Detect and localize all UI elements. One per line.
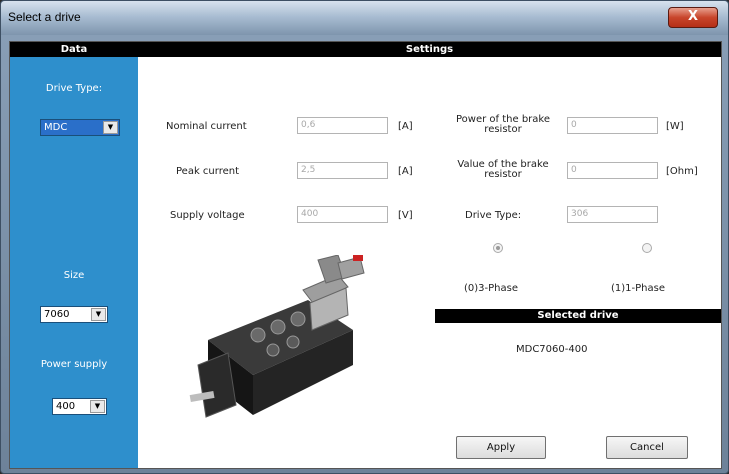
apply-button[interactable]: Apply — [456, 436, 546, 459]
one-phase-radio[interactable] — [642, 243, 652, 253]
power-supply-select-value: 400 — [56, 401, 76, 412]
cancel-button[interactable]: Cancel — [606, 436, 688, 459]
brake-power-unit: [W] — [666, 121, 684, 132]
select-drive-window: Select a drive X Data Settings Drive Typ… — [0, 0, 729, 474]
drive-type-label: Drive Type: — [45, 83, 103, 94]
three-phase-radio[interactable] — [493, 243, 503, 253]
brake-power-label: Power of the brake resistor — [456, 114, 550, 135]
chevron-down-icon[interactable]: ▼ — [103, 121, 118, 134]
peak-current-label: Peak current — [176, 166, 239, 177]
peak-current-field[interactable]: 2,5 — [297, 162, 388, 179]
size-label: Size — [63, 270, 85, 281]
drive-type-settings-label: Drive Type: — [465, 210, 522, 221]
chevron-down-icon[interactable]: ▼ — [91, 308, 106, 321]
settings-header: Settings — [138, 42, 721, 57]
nominal-current-field[interactable]: 0,6 — [297, 117, 388, 134]
nominal-current-label: Nominal current — [166, 121, 247, 132]
selected-drive-header: Selected drive — [435, 309, 721, 323]
chevron-down-icon[interactable]: ▼ — [90, 400, 105, 413]
brake-value-field[interactable]: 0 — [567, 162, 658, 179]
three-phase-label: (0)3-Phase — [464, 283, 518, 294]
close-button[interactable]: X — [668, 7, 718, 28]
title-bar: Select a drive X — [1, 1, 728, 35]
brake-value-label: Value of the brake resistor — [457, 159, 549, 180]
power-supply-select[interactable]: 400 ▼ — [52, 398, 107, 415]
supply-voltage-unit: [V] — [398, 210, 413, 221]
brake-value-unit: [Ohm] — [666, 166, 698, 177]
selected-drive-value: MDC7060-400 — [516, 344, 588, 355]
servo-motor-image — [189, 255, 365, 418]
data-header: Data — [10, 42, 138, 57]
data-sidebar: Drive Type: MDC ▼ Size 7060 ▼ Power supp… — [10, 57, 138, 468]
supply-voltage-label: Supply voltage — [170, 210, 245, 221]
dialog-body: Data Settings Drive Type: MDC ▼ Size 706… — [9, 41, 722, 469]
peak-current-unit: [A] — [398, 166, 413, 177]
drive-type-select-value: MDC — [44, 122, 68, 133]
nominal-current-unit: [A] — [398, 121, 413, 132]
size-select-value: 7060 — [44, 309, 70, 320]
supply-voltage-field[interactable]: 400 — [297, 206, 388, 223]
size-select[interactable]: 7060 ▼ — [40, 306, 108, 323]
power-supply-label: Power supply — [40, 359, 108, 370]
brake-power-field[interactable]: 0 — [567, 117, 658, 134]
close-icon: X — [687, 9, 699, 24]
drive-type-field[interactable]: 306 — [567, 206, 658, 223]
drive-type-select[interactable]: MDC ▼ — [40, 119, 120, 136]
one-phase-label: (1)1-Phase — [611, 283, 665, 294]
window-title: Select a drive — [8, 10, 81, 24]
